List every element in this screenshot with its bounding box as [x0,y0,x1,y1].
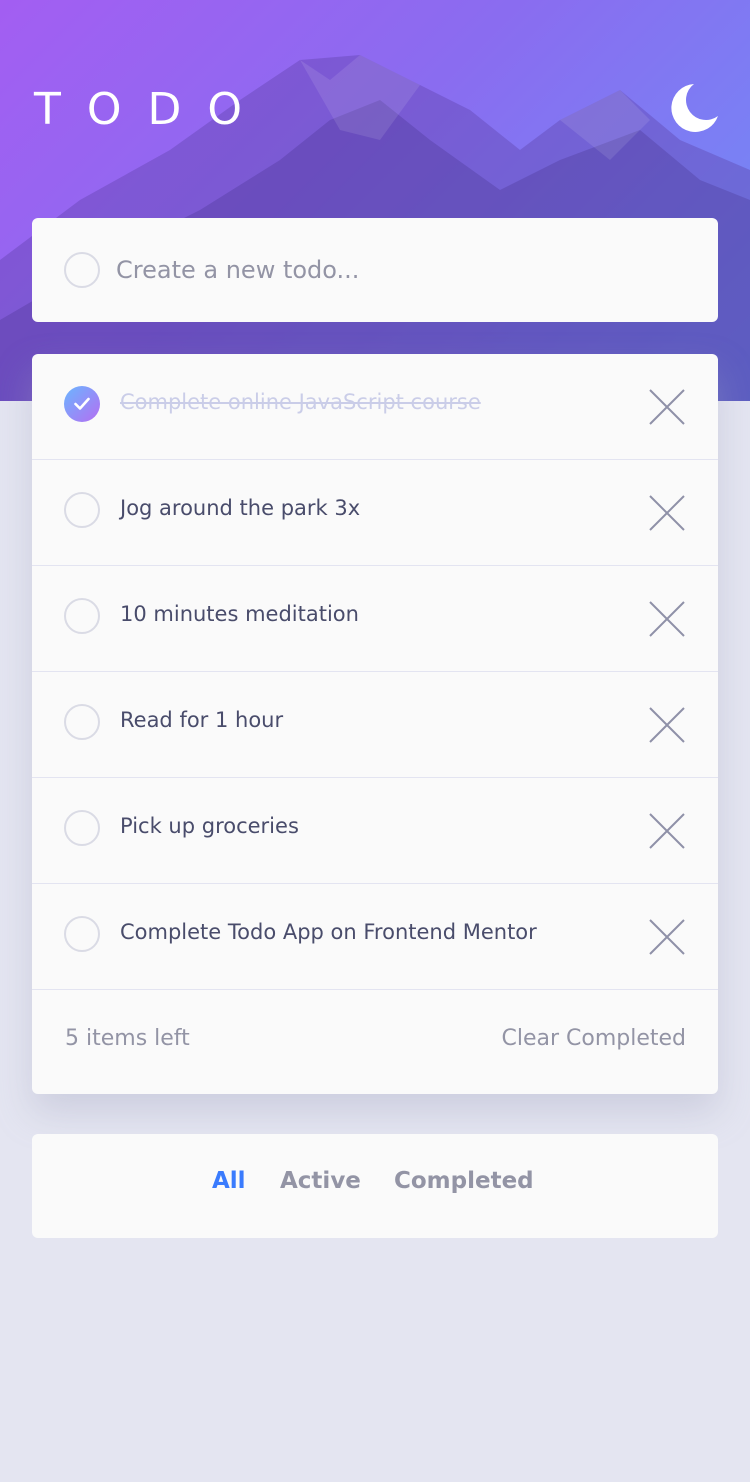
todo-text: Read for 1 hour [120,708,284,732]
close-icon [649,495,685,531]
close-icon [649,707,685,743]
todo-item: Read for 1 hour [32,672,718,778]
delete-todo-button[interactable] [648,812,686,850]
todo-checkbox[interactable] [64,492,100,528]
moon-icon [671,84,718,132]
new-todo-input[interactable] [116,248,676,292]
list-footer: 5 items left Clear Completed [32,990,718,1094]
close-icon [649,919,685,955]
todo-text: Complete Todo App on Frontend Mentor [120,920,537,944]
todo-item: Complete online JavaScript course [32,354,718,460]
filter-all[interactable]: All [212,1168,246,1194]
todo-text: 10 minutes meditation [120,602,359,626]
todo-text: Pick up groceries [120,814,299,838]
header-background: TODO [0,0,750,401]
todo-checkbox-checked[interactable] [64,386,100,422]
filter-active[interactable]: Active [280,1168,361,1194]
delete-todo-button[interactable] [648,918,686,956]
close-icon [649,813,685,849]
delete-todo-button[interactable] [648,706,686,744]
new-todo-card [32,218,718,322]
todo-text: Jog around the park 3x [120,496,361,520]
todo-item: Complete Todo App on Frontend Mentor [32,884,718,990]
close-icon [649,389,685,425]
delete-todo-button[interactable] [648,600,686,638]
todo-list: Complete online JavaScript course Jog ar… [32,354,718,1094]
todo-item: 10 minutes meditation [32,566,718,672]
todo-checkbox[interactable] [64,704,100,740]
todo-text: Complete online JavaScript course [120,390,481,414]
todo-checkbox[interactable] [64,916,100,952]
clear-completed-button[interactable]: Clear Completed [501,1026,686,1051]
delete-todo-button[interactable] [648,388,686,426]
todo-item: Pick up groceries [32,778,718,884]
app-title: TODO [34,84,269,135]
close-icon [649,601,685,637]
filter-bar: All Active Completed [32,1134,718,1238]
new-todo-circle[interactable] [64,252,100,288]
delete-todo-button[interactable] [648,494,686,532]
items-left-count: 5 items left [65,1026,190,1051]
todo-item: Jog around the park 3x [32,460,718,566]
theme-toggle-button[interactable] [664,80,720,136]
todo-checkbox[interactable] [64,598,100,634]
todo-checkbox[interactable] [64,810,100,846]
filter-completed[interactable]: Completed [394,1168,534,1194]
mountain-background-image [0,55,750,401]
check-icon [74,397,90,410]
